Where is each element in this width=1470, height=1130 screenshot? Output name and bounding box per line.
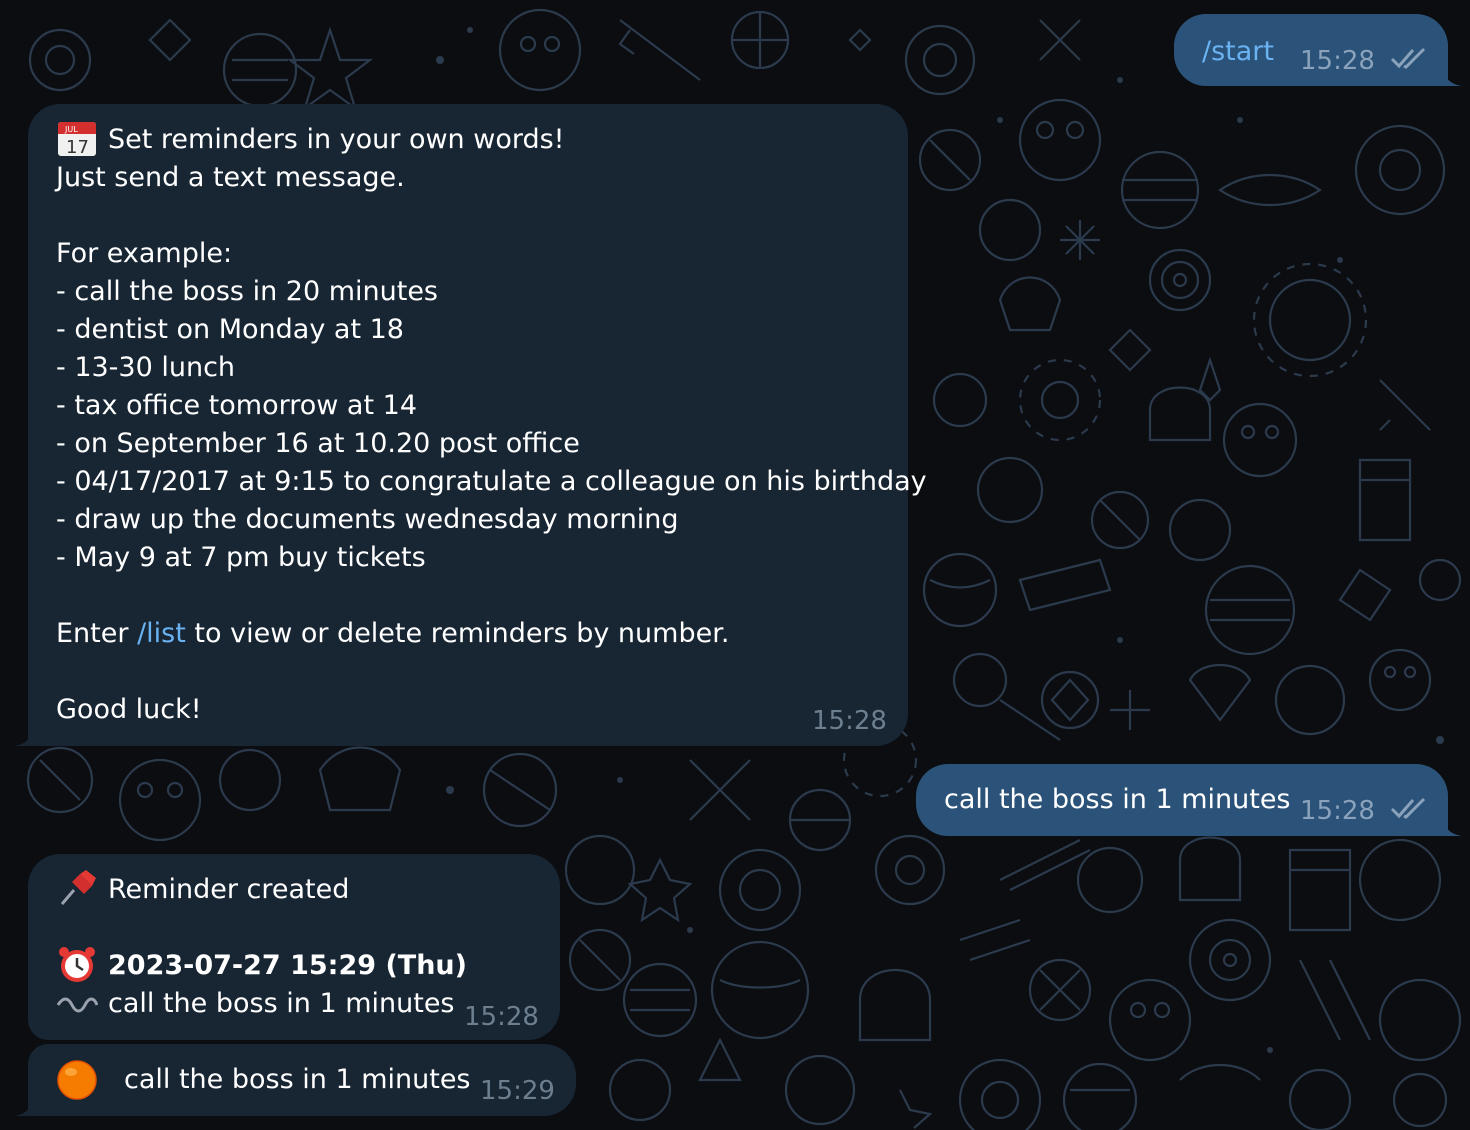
bubble-tail	[1444, 818, 1462, 836]
alert-text: call the boss in 1 minutes	[124, 1064, 471, 1095]
example-item: - on September 16 at 10.20 post office	[56, 428, 580, 459]
message-time: 15:29	[480, 1076, 555, 1106]
chat-area: /start 15:28 JUL 17 Set reminders in you…	[0, 0, 1470, 1130]
double-check-icon	[1390, 47, 1426, 69]
message-time: 15:28	[1300, 796, 1375, 826]
svg-text:17: 17	[66, 137, 89, 158]
command-link-start[interactable]: /start	[1202, 33, 1274, 71]
reminder-text-line: call the boss in 1 minutes	[56, 985, 467, 1023]
orange-circle-icon	[57, 1060, 97, 1100]
example-item: - call the boss in 20 minutes	[56, 276, 438, 307]
outgoing-message-start[interactable]: /start 15:28	[1174, 14, 1462, 86]
double-check-icon	[1390, 797, 1426, 819]
wavy-dash-icon	[56, 997, 98, 1012]
bubble-tail	[14, 1098, 32, 1116]
example-item: - tax office tomorrow at 14	[56, 390, 417, 421]
outgoing-message-reminder[interactable]: call the boss in 1 minutes 15:28	[916, 764, 1462, 836]
example-item: - 13-30 lunch	[56, 352, 236, 383]
created-title-line: Reminder created	[56, 869, 467, 909]
example-item: - draw up the documents wednesday mornin…	[56, 504, 679, 535]
message-time: 15:28	[812, 706, 887, 736]
help-line-2: Just send a text message.	[56, 162, 405, 193]
calendar-icon: JUL 17	[58, 121, 96, 158]
message-time: 15:28	[1300, 46, 1375, 76]
example-item: - May 9 at 7 pm buy tickets	[56, 542, 426, 573]
list-instruction: Enter /list to view or delete reminders …	[56, 618, 730, 649]
bubble-tail	[1444, 68, 1462, 86]
incoming-message-alert[interactable]: call the boss in 1 minutes 15:29	[14, 1044, 576, 1116]
sign-off: Good luck!	[56, 694, 202, 725]
example-item: - 04/17/2017 at 9:15 to congratulate a c…	[56, 466, 927, 497]
svg-text:JUL: JUL	[64, 125, 78, 134]
alarm-clock-icon	[59, 946, 95, 982]
message-time: 15:28	[464, 1002, 539, 1032]
pushpin-icon	[60, 869, 96, 905]
incoming-message-reminder-created[interactable]: Reminder created 2023-07-27 15:29 (Thu) …	[28, 854, 560, 1040]
command-link-list[interactable]: /list	[137, 618, 186, 649]
message-text: call the boss in 1 minutes	[944, 784, 1291, 815]
bubble-tail	[14, 728, 32, 746]
incoming-message-help[interactable]: JUL 17 Set reminders in your own words! …	[14, 104, 927, 746]
example-heading: For example:	[56, 238, 233, 269]
help-title-line: JUL 17 Set reminders in your own words!	[56, 121, 927, 159]
reminder-datetime-line: 2023-07-27 15:29 (Thu)	[56, 946, 467, 985]
example-item: - dentist on Monday at 18	[56, 314, 404, 345]
